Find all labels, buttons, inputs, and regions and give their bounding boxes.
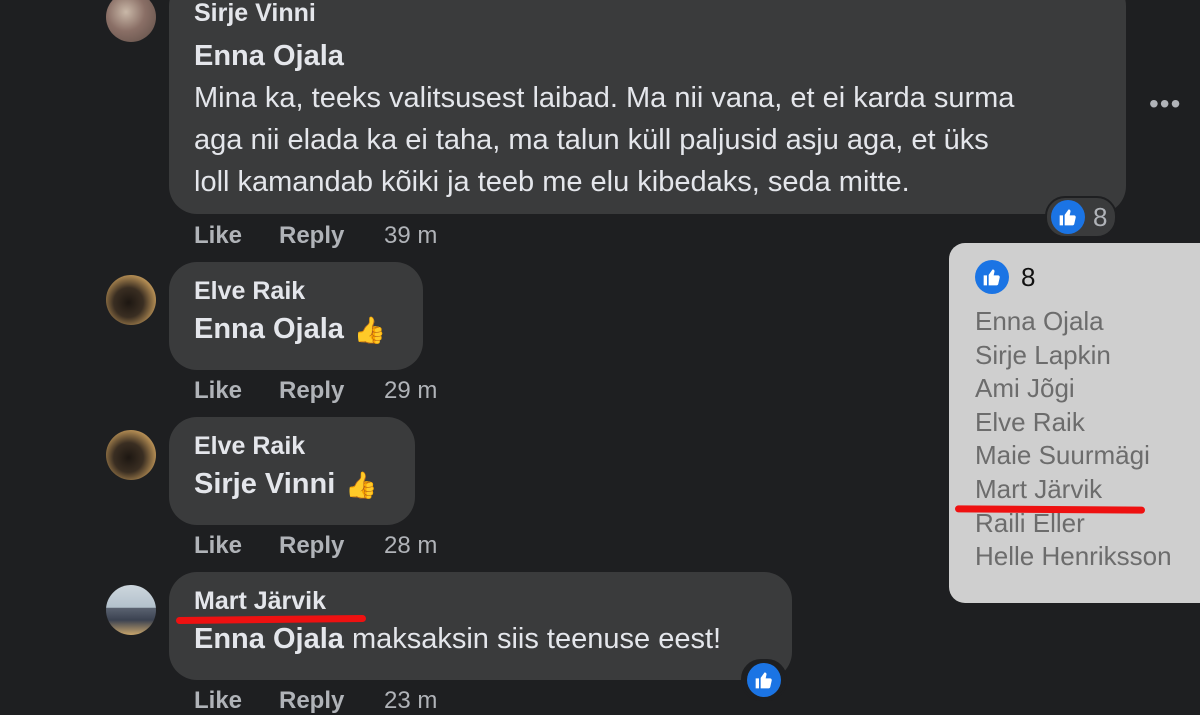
avatar-elve-raik[interactable]	[106, 430, 156, 480]
reactor-name: Sirje Lapkin	[975, 339, 1111, 370]
comment-text: Sirje Vinni 👍	[194, 463, 390, 506]
comment-author[interactable]: Elve Raik	[194, 276, 398, 306]
reaction-badge[interactable]: 8	[1045, 196, 1118, 238]
like-link[interactable]: Like	[194, 377, 242, 405]
comment-bubble: Mart Järvik Enna Ojala maksaksin siis te…	[169, 572, 792, 680]
comment-bubble: Sirje Vinni Enna Ojala Mina ka, teeks va…	[169, 0, 1126, 214]
comment-time[interactable]: 29 m	[384, 377, 437, 405]
like-link[interactable]: Like	[194, 222, 242, 250]
reply-link[interactable]: Reply	[279, 377, 344, 405]
reactor-name: Ami Jõgi	[975, 373, 1075, 404]
tagged-name[interactable]: Enna Ojala	[194, 35, 1101, 77]
comment-text: Enna Ojala Mina ka, teeks valitsusest la…	[194, 35, 1101, 203]
comment-line: Mina ka, teeks valitsusest laibad. Ma ni…	[194, 82, 1015, 114]
reactor-name: Helle Henriksson	[975, 541, 1172, 572]
thumbs-up-emoji: 👍	[353, 315, 387, 346]
comment-body: maksaksin siis teenuse eest!	[343, 623, 722, 655]
thumbs-up-icon	[747, 663, 781, 697]
comment-author[interactable]: Sirje Vinni	[194, 0, 1101, 28]
reply-link[interactable]: Reply	[279, 222, 344, 250]
thumbs-up-emoji: 👍	[345, 470, 378, 501]
more-options-icon[interactable]: •••	[1149, 88, 1181, 120]
reactor-name: Elve Raik	[975, 406, 1085, 437]
reactor-list: Enna Ojala Sirje Lapkin Ami Jõgi Elve Ra…	[975, 305, 1200, 574]
thumbs-up-icon	[1051, 200, 1085, 234]
comment-author[interactable]: Elve Raik	[194, 431, 390, 461]
tagged-name[interactable]: Enna Ojala	[194, 623, 344, 655]
avatar-sirje-vinni[interactable]	[106, 0, 156, 42]
reply-link[interactable]: Reply	[279, 532, 344, 560]
thumbs-up-icon	[975, 260, 1009, 294]
reactions-total: 8	[1021, 261, 1036, 292]
comment-time[interactable]: 39 m	[384, 222, 437, 250]
reactions-header: 8	[975, 260, 1200, 294]
reactor-name: Maie Suurmägi	[975, 440, 1150, 471]
comment-bubble: Elve Raik Sirje Vinni 👍	[169, 417, 415, 525]
reaction-count: 8	[1093, 201, 1108, 232]
red-highlight-underline	[954, 505, 1146, 514]
reactor-name: Mart Järvik	[975, 473, 1103, 504]
comment-line: loll kamandab kõiki ja teeb me elu kibed…	[194, 166, 910, 198]
comment-text: Enna Ojala 👍	[194, 308, 398, 351]
avatar-mart-jarvik[interactable]	[106, 585, 156, 635]
reactor-name: Enna Ojala	[975, 306, 1104, 336]
reaction-badge[interactable]	[741, 659, 787, 701]
comment-text: Enna Ojala maksaksin siis teenuse eest!	[194, 618, 767, 660]
comment-time[interactable]: 28 m	[384, 532, 437, 560]
comment-author[interactable]: Mart Järvik	[194, 586, 767, 616]
like-link[interactable]: Like	[194, 532, 242, 560]
comment-bubble: Elve Raik Enna Ojala 👍	[169, 262, 423, 370]
comment-line: aga nii elada ka ei taha, ma talun küll …	[194, 124, 989, 156]
reactions-tooltip: 8 Enna Ojala Sirje Lapkin Ami Jõgi Elve …	[949, 243, 1200, 603]
tagged-name[interactable]: Sirje Vinni	[194, 468, 335, 500]
tagged-name[interactable]: Enna Ojala	[194, 313, 344, 345]
avatar-elve-raik[interactable]	[106, 275, 156, 325]
